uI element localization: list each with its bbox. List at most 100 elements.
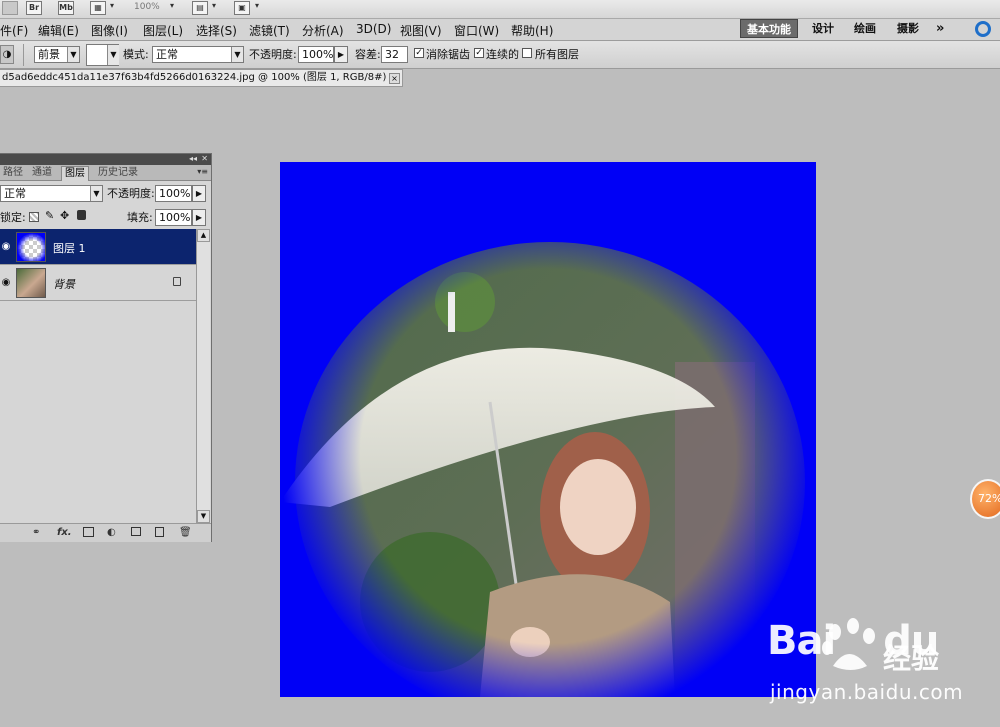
document-tab[interactable]: d5ad6eddc451da11e37f63b4fd5266d0163224.j…: [0, 69, 403, 87]
panel-tabs: 路径 通道 图层 历史记录 ▾≡: [0, 165, 211, 181]
opacity-input[interactable]: 100%: [298, 46, 334, 63]
new-layer-icon[interactable]: [155, 527, 164, 537]
layer-opacity-slider-button[interactable]: ▶: [192, 185, 206, 202]
adjust-icon[interactable]: ◐: [107, 527, 116, 538]
layer-blend-value: 正常: [4, 187, 26, 200]
lock-all-icon[interactable]: [77, 210, 86, 220]
workspace-essentials-button[interactable]: 基本功能: [740, 19, 798, 38]
watermark-url: jingyan.baidu.com: [770, 680, 964, 704]
lock-transparency-icon[interactable]: [29, 212, 39, 222]
trash-icon[interactable]: 🗑: [179, 527, 192, 538]
close-icon[interactable]: ✕: [201, 154, 208, 164]
options-bar: ◑ 前景 ▼ ▼ 模式: 正常 ▼ 不透明度: 100% ▶ 容差: 32 ✓ …: [0, 41, 1000, 69]
screen-mode-button[interactable]: ▣: [234, 1, 250, 17]
bridge-button[interactable]: Br: [26, 1, 42, 17]
more-workspaces-icon[interactable]: »: [930, 19, 950, 38]
fill-source-select[interactable]: 前景 ▼: [34, 46, 80, 63]
photo-artwork: [280, 162, 816, 697]
performance-badge[interactable]: 72%: [970, 479, 1000, 519]
contiguous-label: 连续的: [486, 48, 519, 61]
menu-window[interactable]: 窗口(W): [454, 22, 499, 39]
layer-opacity-label: 不透明度:: [107, 187, 155, 200]
layer-name: 图层 1: [53, 242, 86, 255]
fill-input[interactable]: 100%: [155, 209, 192, 226]
mask-icon[interactable]: [83, 527, 94, 537]
chevron-down-icon[interactable]: ▾: [212, 1, 216, 17]
panel-menu-icon[interactable]: ▾≡: [197, 167, 208, 176]
opacity-slider-button[interactable]: ▶: [334, 46, 348, 63]
document-title: d5ad6eddc451da11e37f63b4fd5266d0163224.j…: [2, 72, 395, 83]
pattern-picker[interactable]: ▼: [86, 44, 119, 66]
chevron-down-icon: ▼: [67, 47, 79, 62]
scroll-down-icon[interactable]: ▼: [197, 510, 210, 523]
blend-mode-value: 正常: [156, 48, 178, 61]
arrange-documents-button[interactable]: ▤: [192, 1, 208, 17]
zoom-level[interactable]: 100%: [134, 2, 160, 18]
watermark-jingyan: 经验: [883, 642, 940, 675]
document-canvas[interactable]: [280, 162, 816, 697]
menu-edit[interactable]: 编辑(E): [38, 22, 79, 39]
panel-title-bar[interactable]: ◂◂ ✕: [0, 154, 211, 165]
opacity-label: 不透明度:: [249, 48, 297, 61]
group-icon[interactable]: [131, 527, 141, 536]
lock-label: 锁定:: [0, 211, 26, 224]
workspace-painting-button[interactable]: 绘画: [848, 19, 882, 38]
menu-image[interactable]: 图像(I): [91, 22, 128, 39]
menu-filter[interactable]: 滤镜(T): [249, 22, 290, 39]
menu-view[interactable]: 视图(V): [400, 22, 442, 39]
workspace-design-button[interactable]: 设计: [806, 19, 840, 38]
eye-icon[interactable]: ◉: [0, 265, 12, 301]
application-bar: Br Mb ▦ ▾ 100% ▾ ▤ ▾ ▣ ▾: [0, 0, 1000, 19]
close-icon[interactable]: ×: [389, 73, 400, 84]
menu-3d[interactable]: 3D(D): [356, 22, 391, 36]
scroll-up-icon[interactable]: ▲: [197, 229, 210, 242]
chevron-down-icon[interactable]: ▾: [255, 1, 259, 17]
fill-source-value: 前景: [38, 48, 60, 61]
mini-bridge-button[interactable]: Mb: [58, 1, 74, 17]
chevron-down-icon[interactable]: ▾: [110, 1, 114, 17]
cs-live-icon[interactable]: [975, 21, 991, 37]
fill-label: 填充:: [127, 211, 153, 224]
all-layers-label: 所有图层: [535, 48, 579, 61]
layer-row[interactable]: ◉ 背景: [0, 265, 196, 301]
workspace-photography-button[interactable]: 摄影: [891, 19, 925, 38]
menu-select[interactable]: 选择(S): [196, 22, 237, 39]
layers-panel-footer: ⚭ fx. ◐ 🗑: [0, 523, 211, 542]
collapse-panel-icon[interactable]: ◂◂: [189, 154, 197, 164]
menu-analysis[interactable]: 分析(A): [302, 22, 344, 39]
layer-name: 背景: [53, 278, 75, 291]
paint-bucket-icon[interactable]: ◑: [0, 45, 14, 64]
divider: [23, 44, 24, 66]
menu-file[interactable]: 件(F): [0, 22, 28, 39]
view-extras-button[interactable]: ▦: [90, 1, 106, 17]
antialias-checkbox[interactable]: ✓: [414, 48, 424, 58]
tolerance-input[interactable]: 32: [381, 46, 408, 63]
lock-brush-icon[interactable]: ✎: [45, 209, 54, 222]
layers-scrollbar[interactable]: ▲ ▼: [196, 229, 210, 523]
blend-mode-select[interactable]: 正常 ▼: [152, 46, 244, 63]
all-layers-checkbox[interactable]: [522, 48, 532, 58]
tab-layers[interactable]: 图层: [61, 166, 89, 181]
layer-thumbnail: [16, 232, 46, 262]
contiguous-checkbox[interactable]: ✓: [474, 48, 484, 58]
layer-opacity-input[interactable]: 100%: [155, 185, 192, 202]
lock-move-icon[interactable]: ✥: [60, 209, 69, 222]
layer-row[interactable]: ◉ 图层 1: [0, 229, 196, 265]
paw-icon: [822, 618, 875, 670]
menu-help[interactable]: 帮助(H): [511, 22, 553, 39]
menu-layer[interactable]: 图层(L): [143, 22, 183, 39]
chevron-down-icon: ▼: [107, 45, 119, 65]
tab-history[interactable]: 历史记录: [95, 166, 141, 181]
fill-slider-button[interactable]: ▶: [192, 209, 206, 226]
chevron-down-icon[interactable]: ▾: [170, 1, 174, 17]
antialias-label: 消除锯齿: [426, 48, 470, 61]
mode-label: 模式:: [123, 48, 149, 61]
tool-preset-icon[interactable]: [2, 1, 18, 17]
tab-channels[interactable]: 通道: [29, 166, 55, 181]
tab-paths[interactable]: 路径: [0, 166, 26, 181]
lock-icon: [173, 277, 181, 286]
fx-icon[interactable]: fx.: [57, 527, 72, 538]
layer-blend-select[interactable]: 正常 ▼: [0, 185, 103, 202]
eye-icon[interactable]: ◉: [0, 229, 12, 265]
link-icon[interactable]: ⚭: [32, 527, 40, 538]
